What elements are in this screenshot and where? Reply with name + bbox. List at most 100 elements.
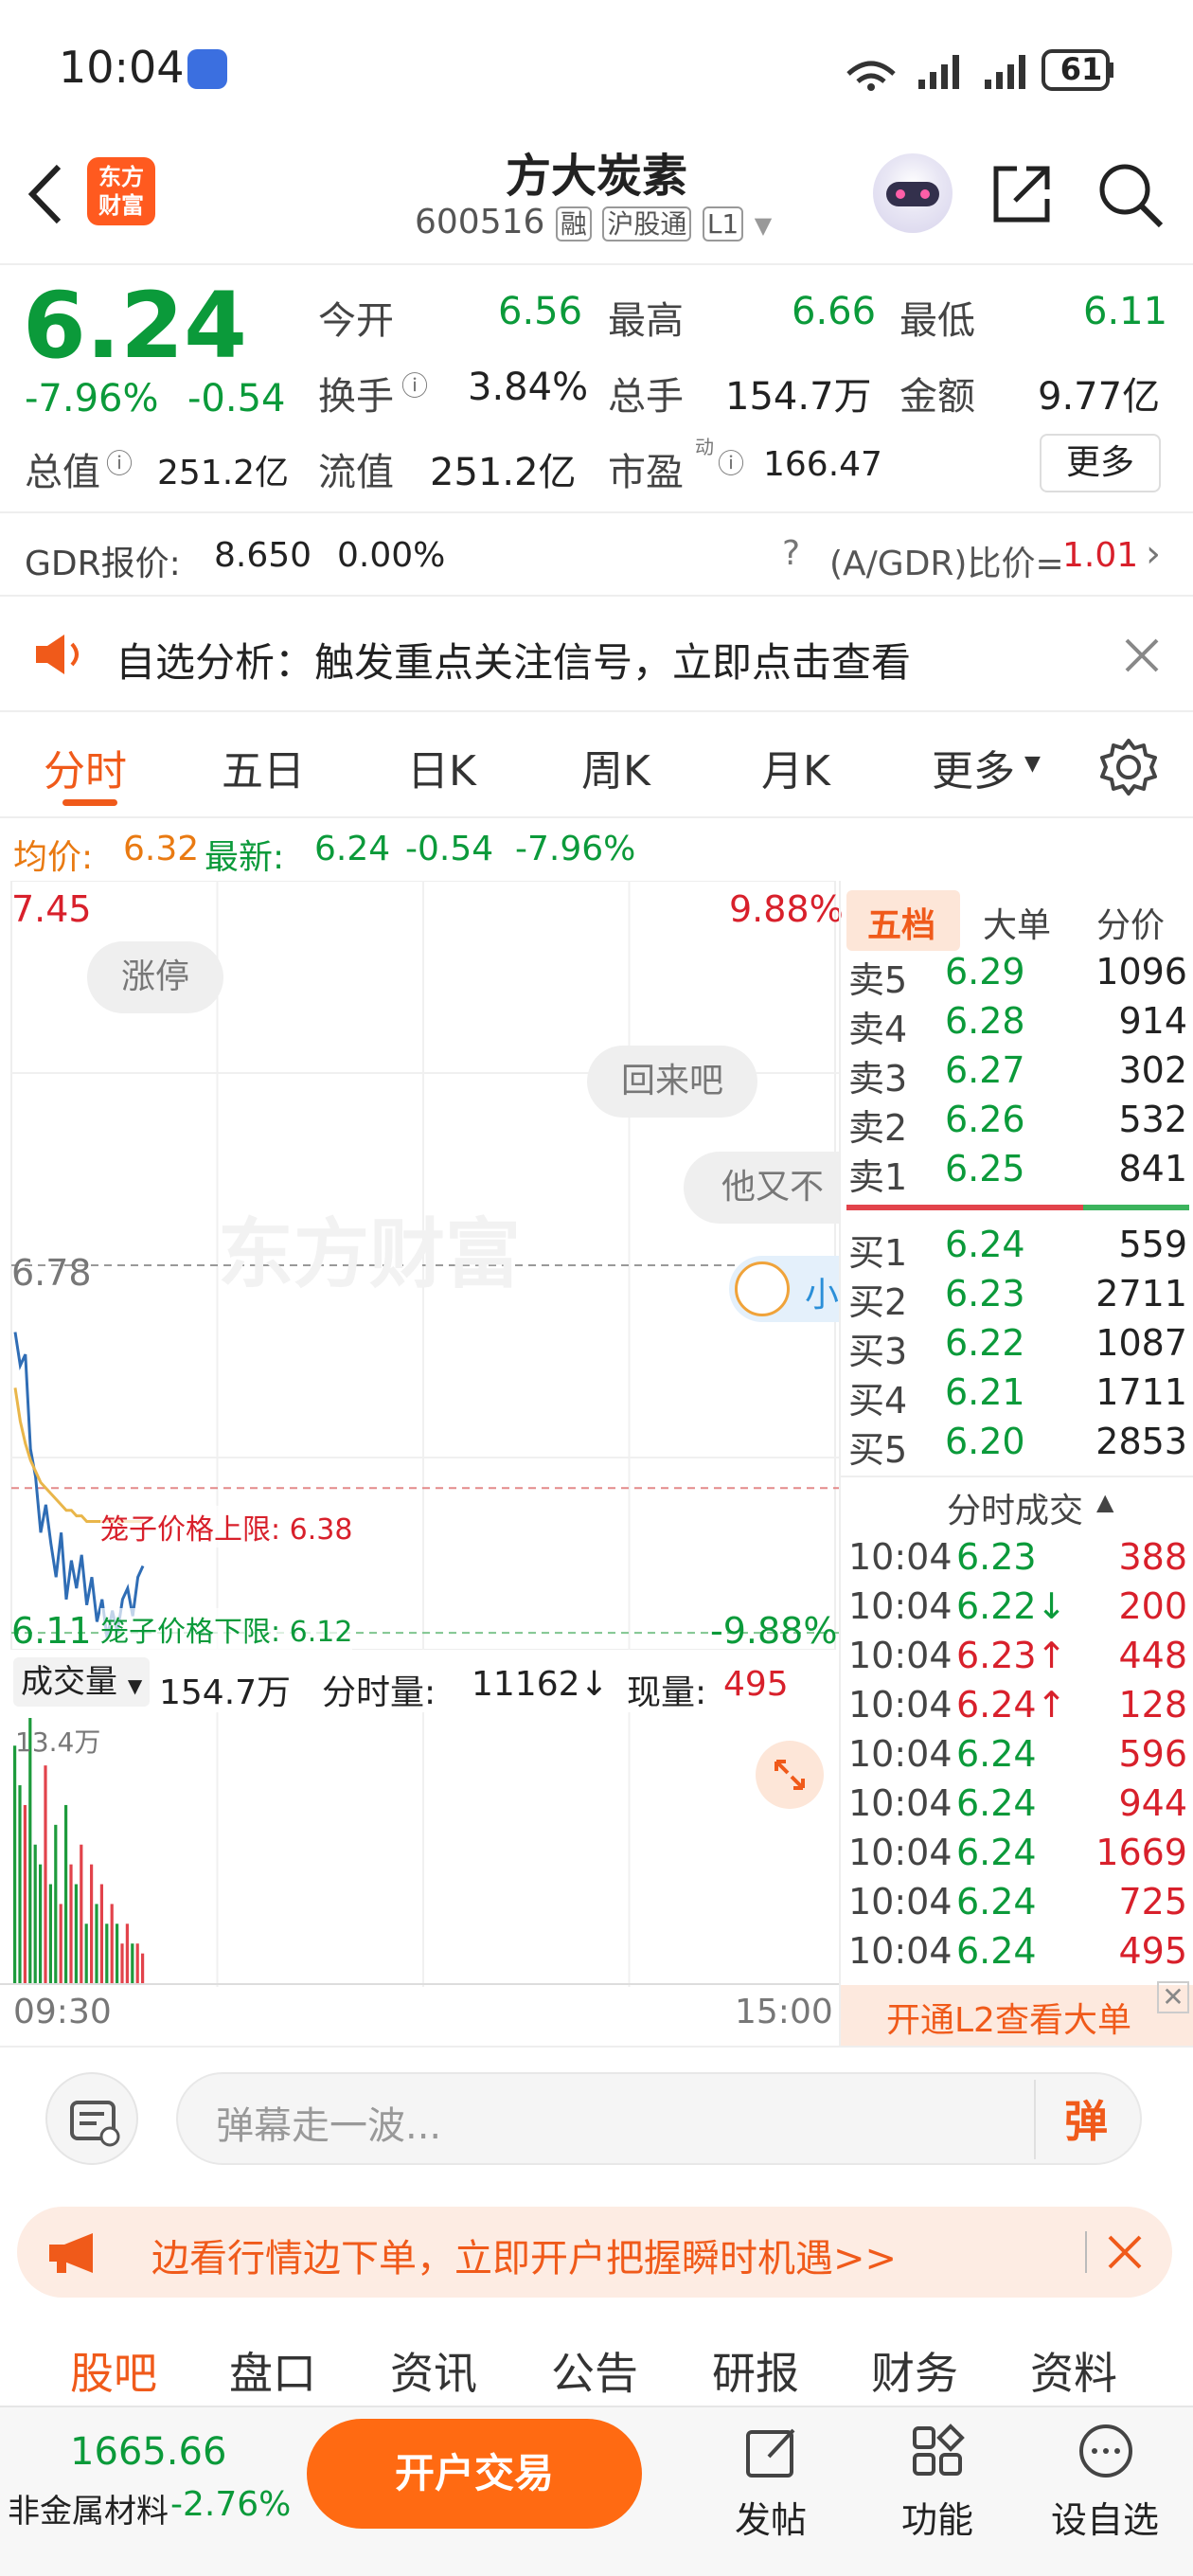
tab-weekly-k[interactable]: 周K — [581, 737, 650, 797]
more-button[interactable]: 更多 — [1040, 434, 1161, 492]
volume-indicator-select[interactable]: 成交量 ▼ — [13, 1657, 151, 1707]
volume-panel[interactable]: 成交量 ▼ 154.7万 分时量: 11162↓ 现量: 495 13.4万 0… — [0, 1650, 839, 2046]
turnover-label: 换手 — [318, 375, 394, 419]
level-price: 6.26 — [945, 1099, 1025, 1140]
ask-row: 卖5 6.29 1096 — [841, 951, 1193, 1001]
level-label: 卖2 — [848, 1107, 908, 1149]
danmu-settings-icon[interactable] — [45, 2072, 138, 2165]
help-icon[interactable]: ? — [782, 534, 800, 573]
danmu-input[interactable]: 弹幕走一波... 弹 — [176, 2072, 1142, 2165]
caret-down-icon: ▼ — [1024, 752, 1041, 776]
badge-connect: 沪股通 — [602, 206, 692, 242]
time-start: 09:30 — [13, 1993, 112, 2031]
info-icon[interactable]: ⓘ — [718, 443, 744, 481]
trade-button[interactable]: 开户交易 — [307, 2419, 642, 2529]
intraday-chart[interactable]: 东方财富 7.45 9.88% 6.78 6.11 -9.88% 笼子价格上限:… — [0, 881, 844, 1652]
upper-limit-label: 笼子价格上限: 6.38 — [100, 1506, 353, 1547]
function-grid-icon[interactable] — [909, 2423, 968, 2481]
sector-pct: -2.76% — [170, 2485, 292, 2524]
trade-volume: 725 — [1118, 1881, 1187, 1923]
tab-more[interactable]: 更多 — [932, 737, 1015, 797]
tab-monthly-k[interactable]: 月K — [761, 737, 830, 797]
tab-research[interactable]: 研报 — [712, 2339, 799, 2402]
trade-volume: 128 — [1118, 1684, 1187, 1726]
volume-bar — [59, 1904, 62, 1983]
volume-bar — [54, 1824, 58, 1983]
trade-time: 10:04 — [848, 1733, 953, 1775]
l2-banner[interactable]: 开通L2查看大单 ✕ — [841, 1981, 1193, 2046]
close-icon[interactable] — [1123, 636, 1161, 674]
volume-bar — [80, 1844, 83, 1983]
volume-bar — [84, 1923, 88, 1983]
volume-bar — [48, 1884, 52, 1983]
watchlist-label[interactable]: 设自选 — [1051, 2491, 1159, 2543]
sector-name: 非金属材料 — [8, 2493, 169, 2531]
add-watchlist-icon[interactable] — [1076, 2421, 1136, 2481]
volume-bar — [69, 1864, 73, 1983]
trade-volume: 944 — [1118, 1782, 1187, 1824]
tick-volume: 11162↓ — [472, 1665, 609, 1704]
level-volume: 914 — [1118, 1000, 1187, 1042]
bid-row: 买5 6.20 2853 — [841, 1421, 1193, 1471]
trade-time: 10:04 — [848, 1536, 953, 1578]
tab-finance[interactable]: 财务 — [871, 2339, 958, 2402]
level-volume: 2853 — [1095, 1421, 1187, 1462]
info-icon[interactable]: ⓘ — [106, 443, 133, 481]
tab-news[interactable]: 资讯 — [390, 2339, 477, 2402]
assistant-chip[interactable]: 小 — [729, 1256, 839, 1322]
post-edit-icon[interactable] — [742, 2423, 801, 2481]
search-icon[interactable] — [1095, 159, 1166, 231]
back-icon[interactable] — [23, 161, 70, 227]
bid-row: 买4 6.21 1711 — [841, 1371, 1193, 1422]
pe-value: 166.47 — [763, 445, 882, 484]
open-account-banner[interactable]: 边看行情边下单，立即开户把握瞬时机遇>> — [17, 2207, 1172, 2298]
tab-announcements[interactable]: 公告 — [551, 2339, 638, 2402]
notice-bar[interactable]: 自选分析：触发重点关注信号，立即点击查看 — [0, 599, 1193, 712]
tab-handicap[interactable]: 盘口 — [229, 2339, 316, 2402]
high-label: 最高 — [608, 299, 684, 343]
tab-intraday[interactable]: 分时 — [44, 737, 127, 797]
settings-gear-icon[interactable] — [1098, 737, 1159, 797]
danmu-bubble: 涨停 — [87, 941, 224, 1013]
level-volume: 532 — [1118, 1099, 1187, 1140]
trade-time: 10:04 — [848, 1635, 953, 1676]
tab-large-orders[interactable]: 大单 — [983, 898, 1051, 947]
tab-five-day[interactable]: 五日 — [222, 737, 305, 797]
banner-text: 边看行情边下单，立即开户把握瞬时机遇>> — [151, 2237, 898, 2281]
danmu-send-button[interactable]: 弹 — [1064, 2087, 1108, 2150]
volume-bar — [18, 1785, 22, 1983]
gdr-row[interactable]: GDR报价: 8.650 0.00% ? (A/GDR)比价= 1.01 › — [0, 515, 1193, 597]
tab-price-dist[interactable]: 分价 — [1096, 898, 1165, 947]
trades-title[interactable]: 分时成交 — [947, 1483, 1083, 1532]
share-icon[interactable] — [988, 161, 1055, 227]
post-label[interactable]: 发帖 — [735, 2491, 807, 2543]
dropdown-icon[interactable]: ▼ — [755, 212, 772, 239]
tab-forum[interactable]: 股吧 — [70, 2339, 157, 2402]
current-price: 6.24 — [23, 273, 247, 379]
trade-price: 6.24 — [956, 1782, 1037, 1824]
level-volume: 841 — [1118, 1148, 1187, 1190]
chevron-right-icon[interactable]: › — [1146, 532, 1161, 576]
open-label: 今开 — [318, 299, 394, 343]
expand-icon[interactable] — [756, 1741, 824, 1809]
close-icon[interactable] — [1106, 2233, 1144, 2271]
level-label: 买4 — [848, 1380, 908, 1422]
danmu-bubble-clip: 他又不 — [684, 1152, 839, 1224]
function-label[interactable]: 功能 — [901, 2491, 973, 2543]
trade-volume: 448 — [1118, 1635, 1187, 1676]
tab-daily-k[interactable]: 日K — [407, 737, 476, 797]
level-volume: 2711 — [1095, 1273, 1187, 1315]
float-value: 251.2亿 — [430, 451, 577, 494]
level-price: 6.22 — [945, 1322, 1025, 1364]
robot-assistant-icon[interactable] — [873, 153, 953, 233]
avg-price-line — [13, 1387, 143, 1524]
volume-total: 154.7万 — [159, 1673, 292, 1712]
tab-five-levels[interactable]: 五档 — [867, 898, 935, 947]
close-icon[interactable]: ✕ — [1157, 1981, 1189, 2013]
watermark: 东方财富 — [218, 1210, 521, 1298]
volume-bar — [135, 1943, 139, 1983]
danmu-placeholder: 弹幕走一波... — [216, 2104, 442, 2148]
tab-profile[interactable]: 资料 — [1030, 2339, 1117, 2402]
info-icon[interactable]: ⓘ — [401, 366, 428, 403]
ask-bid-bar-green — [1083, 1205, 1189, 1210]
